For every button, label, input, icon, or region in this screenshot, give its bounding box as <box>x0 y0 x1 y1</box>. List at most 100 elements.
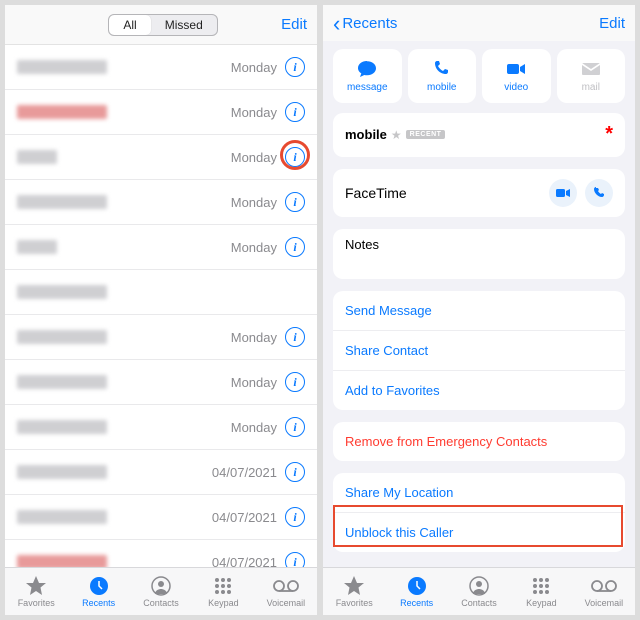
tab-favorites[interactable]: Favorites <box>5 568 67 615</box>
info-icon[interactable]: i <box>285 237 305 257</box>
facetime-section: FaceTime <box>333 169 625 217</box>
action-mail: mail <box>557 49 626 103</box>
star-icon: ★ <box>391 128 402 142</box>
contact-detail-screen: Recents Edit message mobile video <box>323 5 635 615</box>
call-row[interactable]: Mondayi <box>5 90 317 135</box>
mail-icon <box>581 59 601 79</box>
caller-name-blur <box>17 465 107 479</box>
call-row[interactable]: Mondayi <box>5 180 317 225</box>
call-row[interactable] <box>5 270 317 315</box>
info-icon[interactable]: i <box>285 552 305 567</box>
call-row[interactable]: 04/07/2021 i <box>5 495 317 540</box>
info-icon[interactable]: i <box>285 417 305 437</box>
recents-icon <box>89 575 109 597</box>
info-icon[interactable]: i <box>285 372 305 392</box>
call-row[interactable]: 04/07/2021 i <box>5 450 317 495</box>
tab-contacts[interactable]: Contacts <box>130 568 192 615</box>
tab-favorites[interactable]: Favorites <box>323 568 385 615</box>
tab-keypad[interactable]: Keypad <box>510 568 572 615</box>
notes-label: Notes <box>345 237 379 252</box>
call-row[interactable]: Mondayi <box>5 135 317 180</box>
caller-name-blur <box>17 105 107 119</box>
info-icon[interactable]: i <box>285 192 305 212</box>
mobile-label: mobile <box>345 127 387 142</box>
call-time: Monday <box>231 150 277 165</box>
action-label: mobile <box>427 82 456 93</box>
back-button[interactable]: Recents <box>333 15 397 32</box>
call-row[interactable]: Mondayi <box>5 405 317 450</box>
tab-recents[interactable]: Recents <box>385 568 447 615</box>
action-mobile[interactable]: mobile <box>408 49 477 103</box>
notes-section[interactable]: Notes <box>333 229 625 279</box>
segment-all[interactable]: All <box>109 15 150 35</box>
tab-label: Voicemail <box>585 598 624 608</box>
caller-name-blur <box>17 195 107 209</box>
caller-name-blur <box>17 510 107 524</box>
tab-contacts[interactable]: Contacts <box>448 568 510 615</box>
tab-label: Favorites <box>18 598 55 608</box>
voicemail-icon <box>591 575 617 597</box>
info-icon[interactable]: i <box>285 147 305 167</box>
call-time: 04/07/2021 <box>212 510 277 525</box>
tab-voicemail[interactable]: Voicemail <box>255 568 317 615</box>
call-time: Monday <box>231 330 277 345</box>
tab-label: Voicemail <box>267 598 306 608</box>
info-icon[interactable]: i <box>285 327 305 347</box>
send-message-link[interactable]: Send Message <box>333 291 625 331</box>
recents-icon <box>407 575 427 597</box>
caller-name-blur <box>17 60 107 74</box>
call-row[interactable]: Mondayi <box>5 45 317 90</box>
remove-emergency-link[interactable]: Remove from Emergency Contacts <box>333 422 625 461</box>
recents-list-screen: All Missed Edit MondayiMondayiMondayiMon… <box>5 5 317 615</box>
message-icon <box>357 59 377 79</box>
call-row[interactable]: Mondayi <box>5 225 317 270</box>
call-row[interactable]: Mondayi <box>5 360 317 405</box>
contacts-icon <box>151 575 171 597</box>
info-icon[interactable]: i <box>285 57 305 77</box>
call-time: 04/07/2021 <box>212 465 277 480</box>
tab-label: Recents <box>82 598 115 608</box>
contacts-icon <box>469 575 489 597</box>
tab-keypad[interactable]: Keypad <box>192 568 254 615</box>
actions-group-1: Send Message Share Contact Add to Favori… <box>333 291 625 410</box>
edit-button[interactable]: Edit <box>281 16 307 33</box>
tab-label: Contacts <box>461 598 497 608</box>
facetime-label: FaceTime <box>345 185 407 201</box>
detail-header: Recents Edit <box>323 5 635 41</box>
tab-label: Contacts <box>143 598 179 608</box>
action-video[interactable]: video <box>482 49 551 103</box>
segmented-control[interactable]: All Missed <box>108 14 217 36</box>
edit-button[interactable]: Edit <box>599 15 625 32</box>
call-time: Monday <box>231 240 277 255</box>
call-time: Monday <box>231 105 277 120</box>
facetime-video-button[interactable] <box>549 179 577 207</box>
phone-icon <box>433 59 451 79</box>
caller-name-blur <box>17 285 107 299</box>
call-row[interactable]: 04/07/2021i <box>5 540 317 567</box>
call-row[interactable]: Mondayi <box>5 315 317 360</box>
share-location-link[interactable]: Share My Location <box>333 473 625 513</box>
mobile-section[interactable]: mobile ★ RECENT * <box>333 113 625 157</box>
caller-name-blur <box>17 375 107 389</box>
unblock-caller-link[interactable]: Unblock this Caller <box>333 513 625 552</box>
action-message[interactable]: message <box>333 49 402 103</box>
info-icon[interactable]: i <box>285 462 305 482</box>
info-icon[interactable]: i <box>285 102 305 122</box>
tab-voicemail[interactable]: Voicemail <box>573 568 635 615</box>
add-favorites-link[interactable]: Add to Favorites <box>333 371 625 410</box>
share-contact-link[interactable]: Share Contact <box>333 331 625 371</box>
tab-bar: Favorites Recents Contacts Keypad Voicemail <box>5 567 317 615</box>
tab-recents[interactable]: Recents <box>67 568 129 615</box>
call-time: Monday <box>231 60 277 75</box>
video-icon <box>506 59 526 79</box>
segment-missed[interactable]: Missed <box>151 15 217 35</box>
tab-label: Recents <box>400 598 433 608</box>
caller-name-blur <box>17 420 107 434</box>
caller-name-blur <box>17 150 57 164</box>
action-label: message <box>347 82 388 93</box>
tab-label: Keypad <box>208 598 239 608</box>
call-list: MondayiMondayiMondayiMondayiMondayiMonda… <box>5 45 317 567</box>
annotation-asterisk: * <box>605 123 613 146</box>
info-icon[interactable]: i <box>285 507 305 527</box>
facetime-audio-button[interactable] <box>585 179 613 207</box>
